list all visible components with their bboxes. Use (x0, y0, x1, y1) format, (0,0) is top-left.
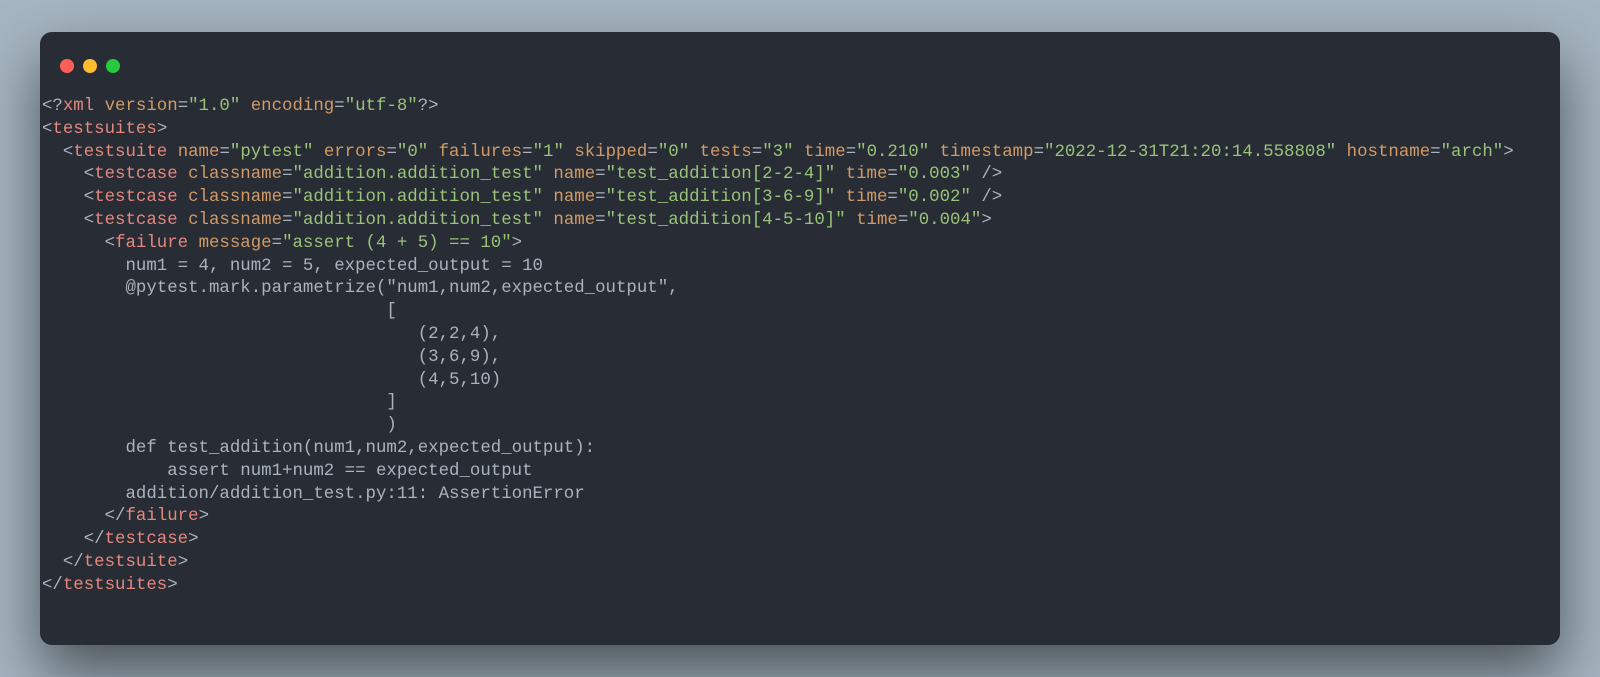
testsuites-close: testsuites (63, 576, 167, 595)
testcase-3: testcase (94, 211, 178, 230)
failure-text: num1 = 4, num2 = 5, expected_output = 10 (63, 257, 543, 276)
ts-name: "pytest" (230, 143, 314, 162)
close-icon[interactable] (60, 59, 74, 73)
testsuite-close: testsuite (84, 553, 178, 572)
xml-pi: xml (63, 97, 94, 116)
code-block[interactable]: <?xml version="1.0" encoding="utf-8"?> <… (40, 82, 1560, 618)
zoom-icon[interactable] (106, 59, 120, 73)
testsuite-open: testsuite (73, 143, 167, 162)
testcase-1: testcase (94, 165, 178, 184)
testsuites-open: testsuites (52, 120, 156, 139)
failure-close: failure (126, 507, 199, 526)
traffic-lights (40, 32, 1560, 82)
failure-open: failure (115, 234, 188, 253)
testcase-close: testcase (105, 530, 189, 549)
testcase-2: testcase (94, 188, 178, 207)
minimize-icon[interactable] (83, 59, 97, 73)
code-window: <?xml version="1.0" encoding="utf-8"?> <… (40, 32, 1560, 645)
